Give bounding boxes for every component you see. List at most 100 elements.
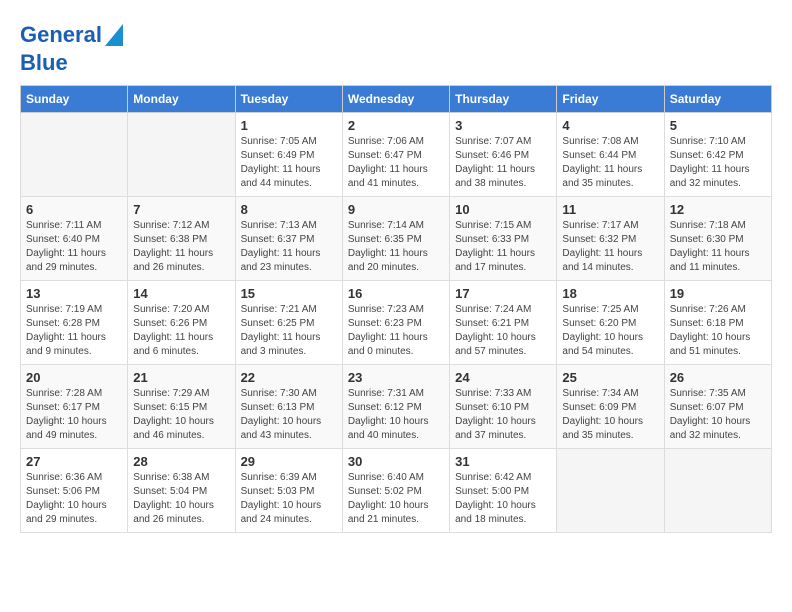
day-info: Sunrise: 7:10 AM Sunset: 6:42 PM Dayligh…	[670, 135, 766, 191]
day-number: 22	[241, 370, 337, 385]
logo-text-blue: Blue	[20, 51, 123, 75]
day-cell: 5 Sunrise: 7:10 AM Sunset: 6:42 PM Daylig…	[664, 112, 771, 196]
week-row-2: 6 Sunrise: 7:11 AM Sunset: 6:40 PM Daylig…	[21, 196, 772, 280]
day-cell: 14 Sunrise: 7:20 AM Sunset: 6:26 PM Dayli…	[128, 280, 235, 364]
day-cell: 31 Sunrise: 6:42 AM Sunset: 5:00 PM Dayli…	[450, 448, 557, 532]
day-number: 10	[455, 202, 551, 217]
day-number: 15	[241, 286, 337, 301]
day-cell: 2Sunrise: 7:06 AM Sunset: 6:47 PM Daylig…	[342, 112, 449, 196]
day-number: 5	[670, 118, 766, 133]
week-row-5: 27 Sunrise: 6:36 AM Sunset: 5:06 PM Dayli…	[21, 448, 772, 532]
day-number: 7	[133, 202, 229, 217]
header: General Blue	[20, 20, 772, 75]
day-info: Sunrise: 7:11 AM Sunset: 6:40 PM Dayligh…	[26, 219, 122, 275]
day-cell: 27 Sunrise: 6:36 AM Sunset: 5:06 PM Dayli…	[21, 448, 128, 532]
day-number: 8	[241, 202, 337, 217]
day-number: 16	[348, 286, 444, 301]
week-row-4: 20 Sunrise: 7:28 AM Sunset: 6:17 PM Dayli…	[21, 364, 772, 448]
day-cell	[21, 112, 128, 196]
day-number: 23	[348, 370, 444, 385]
day-number: 20	[26, 370, 122, 385]
day-info: Sunrise: 6:40 AM Sunset: 5:02 PM Dayligh…	[348, 471, 444, 527]
calendar-header-row: SundayMondayTuesdayWednesdayThursdayFrid…	[21, 85, 772, 112]
day-cell: 4 Sunrise: 7:08 AM Sunset: 6:44 PM Daylig…	[557, 112, 664, 196]
day-info: Sunrise: 7:20 AM Sunset: 6:26 PM Dayligh…	[133, 303, 229, 359]
day-number: 6	[26, 202, 122, 217]
day-cell: 12Sunrise: 7:18 AM Sunset: 6:30 PM Dayli…	[664, 196, 771, 280]
day-cell: 26Sunrise: 7:35 AM Sunset: 6:07 PM Dayli…	[664, 364, 771, 448]
day-info: Sunrise: 7:14 AM Sunset: 6:35 PM Dayligh…	[348, 219, 444, 275]
day-cell: 7 Sunrise: 7:12 AM Sunset: 6:38 PM Daylig…	[128, 196, 235, 280]
day-info: Sunrise: 7:18 AM Sunset: 6:30 PM Dayligh…	[670, 219, 766, 275]
day-info: Sunrise: 7:24 AM Sunset: 6:21 PM Dayligh…	[455, 303, 551, 359]
day-info: Sunrise: 7:21 AM Sunset: 6:25 PM Dayligh…	[241, 303, 337, 359]
day-cell: 8 Sunrise: 7:13 AM Sunset: 6:37 PM Daylig…	[235, 196, 342, 280]
header-thursday: Thursday	[450, 85, 557, 112]
day-number: 21	[133, 370, 229, 385]
day-cell: 22Sunrise: 7:30 AM Sunset: 6:13 PM Dayli…	[235, 364, 342, 448]
day-cell: 17 Sunrise: 7:24 AM Sunset: 6:21 PM Dayli…	[450, 280, 557, 364]
day-number: 27	[26, 454, 122, 469]
day-number: 17	[455, 286, 551, 301]
header-tuesday: Tuesday	[235, 85, 342, 112]
day-info: Sunrise: 7:07 AM Sunset: 6:46 PM Dayligh…	[455, 135, 551, 191]
day-cell: 20 Sunrise: 7:28 AM Sunset: 6:17 PM Dayli…	[21, 364, 128, 448]
day-info: Sunrise: 7:26 AM Sunset: 6:18 PM Dayligh…	[670, 303, 766, 359]
day-number: 24	[455, 370, 551, 385]
day-info: Sunrise: 7:19 AM Sunset: 6:28 PM Dayligh…	[26, 303, 122, 359]
day-info: Sunrise: 7:25 AM Sunset: 6:20 PM Dayligh…	[562, 303, 658, 359]
day-number: 19	[670, 286, 766, 301]
day-cell	[128, 112, 235, 196]
day-info: Sunrise: 6:42 AM Sunset: 5:00 PM Dayligh…	[455, 471, 551, 527]
day-cell: 11 Sunrise: 7:17 AM Sunset: 6:32 PM Dayli…	[557, 196, 664, 280]
calendar-table: SundayMondayTuesdayWednesdayThursdayFrid…	[20, 85, 772, 533]
day-number: 1	[241, 118, 337, 133]
day-info: Sunrise: 7:23 AM Sunset: 6:23 PM Dayligh…	[348, 303, 444, 359]
day-number: 9	[348, 202, 444, 217]
logo-icon	[105, 24, 123, 46]
day-cell: 30 Sunrise: 6:40 AM Sunset: 5:02 PM Dayli…	[342, 448, 449, 532]
day-number: 18	[562, 286, 658, 301]
header-sunday: Sunday	[21, 85, 128, 112]
day-cell: 16 Sunrise: 7:23 AM Sunset: 6:23 PM Dayli…	[342, 280, 449, 364]
day-info: Sunrise: 7:12 AM Sunset: 6:38 PM Dayligh…	[133, 219, 229, 275]
day-info: Sunrise: 6:39 AM Sunset: 5:03 PM Dayligh…	[241, 471, 337, 527]
day-info: Sunrise: 7:08 AM Sunset: 6:44 PM Dayligh…	[562, 135, 658, 191]
day-cell	[557, 448, 664, 532]
day-number: 3	[455, 118, 551, 133]
day-number: 11	[562, 202, 658, 217]
day-info: Sunrise: 7:28 AM Sunset: 6:17 PM Dayligh…	[26, 387, 122, 443]
logo-text-general: General	[20, 23, 102, 47]
day-cell: 18 Sunrise: 7:25 AM Sunset: 6:20 PM Dayli…	[557, 280, 664, 364]
day-cell: 25Sunrise: 7:34 AM Sunset: 6:09 PM Dayli…	[557, 364, 664, 448]
day-cell: 6 Sunrise: 7:11 AM Sunset: 6:40 PM Daylig…	[21, 196, 128, 280]
day-number: 29	[241, 454, 337, 469]
day-number: 2	[348, 118, 444, 133]
week-row-1: 1Sunrise: 7:05 AM Sunset: 6:49 PM Daylig…	[21, 112, 772, 196]
day-info: Sunrise: 7:33 AM Sunset: 6:10 PM Dayligh…	[455, 387, 551, 443]
day-number: 31	[455, 454, 551, 469]
day-info: Sunrise: 7:13 AM Sunset: 6:37 PM Dayligh…	[241, 219, 337, 275]
day-number: 4	[562, 118, 658, 133]
day-cell: 9 Sunrise: 7:14 AM Sunset: 6:35 PM Daylig…	[342, 196, 449, 280]
day-info: Sunrise: 7:17 AM Sunset: 6:32 PM Dayligh…	[562, 219, 658, 275]
day-info: Sunrise: 6:36 AM Sunset: 5:06 PM Dayligh…	[26, 471, 122, 527]
header-saturday: Saturday	[664, 85, 771, 112]
day-number: 30	[348, 454, 444, 469]
logo: General Blue	[20, 20, 123, 75]
day-info: Sunrise: 7:29 AM Sunset: 6:15 PM Dayligh…	[133, 387, 229, 443]
day-info: Sunrise: 6:38 AM Sunset: 5:04 PM Dayligh…	[133, 471, 229, 527]
day-cell	[664, 448, 771, 532]
header-friday: Friday	[557, 85, 664, 112]
day-cell: 24 Sunrise: 7:33 AM Sunset: 6:10 PM Dayli…	[450, 364, 557, 448]
day-cell: 19 Sunrise: 7:26 AM Sunset: 6:18 PM Dayli…	[664, 280, 771, 364]
day-number: 25	[562, 370, 658, 385]
day-number: 28	[133, 454, 229, 469]
day-cell: 23Sunrise: 7:31 AM Sunset: 6:12 PM Dayli…	[342, 364, 449, 448]
day-cell: 10Sunrise: 7:15 AM Sunset: 6:33 PM Dayli…	[450, 196, 557, 280]
header-wednesday: Wednesday	[342, 85, 449, 112]
day-cell: 29 Sunrise: 6:39 AM Sunset: 5:03 PM Dayli…	[235, 448, 342, 532]
header-monday: Monday	[128, 85, 235, 112]
day-number: 14	[133, 286, 229, 301]
week-row-3: 13Sunrise: 7:19 AM Sunset: 6:28 PM Dayli…	[21, 280, 772, 364]
